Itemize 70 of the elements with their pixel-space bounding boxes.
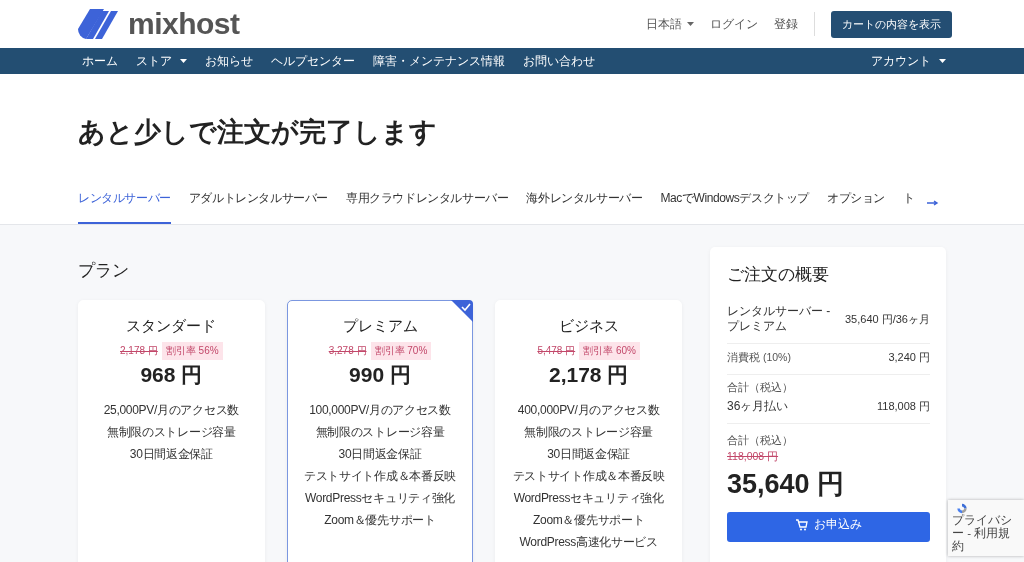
category-tab[interactable]: 海外レンタルサーバー [526,190,643,224]
subtotal-caption: 合計（税込） [727,381,794,395]
plan-feature: 無制限のストレージ容量 [315,425,445,439]
cart-icon [795,518,808,531]
plan-feature: WordPressセキュリティ強化 [305,491,455,505]
plan-price: 968 円 [140,362,203,388]
plan-feature: 無制限のストレージ容量 [106,425,236,439]
category-tab[interactable]: アダルトレンタルサーバー [188,190,328,224]
plan-feature: 100,000PV/月のアクセス数 [309,403,451,417]
plan-feature: 30日間返金保証 [547,447,631,461]
original-price: 5,478 円 [537,344,576,358]
plan-feature: 400,000PV/月のアクセス数 [517,403,660,417]
account-menu[interactable]: アカウント [871,52,946,70]
category-tab[interactable]: オプション [827,190,885,224]
plan-card[interactable]: ビジネス 5,478 円 割引率 60% 2,178 円 400,000PV/月のアクセス数 無制限のストレージ容量 30日間返金保証 テストサイト作成＆本番反映 WordPressセキュリティ強化 Zoom＆優先サポート WordPress高速化サービス [495,300,682,562]
arrow-right-icon[interactable] [926,200,939,206]
language-link[interactable]: 日本語 [646,15,694,33]
check-icon [451,300,474,322]
recaptcha-text[interactable]: プライバシー - 利用規約 [952,514,1020,553]
original-price: 2,178 円 [120,344,158,358]
plan-name: スタンダード [126,317,217,336]
summary-title: ご注文の概要 [727,264,830,286]
cart-button[interactable]: カートの内容を表示 [831,10,952,38]
discount-badge: 割引率 70% [370,342,432,360]
plan-feature: WordPressセキュリティ強化 [513,491,664,505]
nav-item[interactable]: ストア [136,52,187,70]
category-tab[interactable]: ト [903,190,915,224]
page-title: あと少しで注文が完了します [78,116,438,149]
register-link[interactable]: 登録 [774,15,798,33]
nav-item[interactable]: お問い合わせ [523,52,595,70]
plan-feature: Zoom＆優先サポート [324,513,436,527]
plan-price: 2,178 円 [549,362,629,388]
discount-badge: 割引率 60% [579,342,640,360]
nav-item[interactable]: 障害・メンテナンス情報 [373,52,505,70]
original-price: 3,278 円 [328,344,367,358]
total-caption: 合計（税込） [727,434,794,448]
plan-name: プレミアム [342,317,418,336]
logo-text[interactable]: mixhost [128,7,240,41]
product-amount: 35,640 円/36ヶ月 [845,311,930,327]
plan-feature: WordPress高速化サービス [519,535,658,549]
tax-label: 消費税 (10%) [727,350,791,365]
recaptcha-badge[interactable]: プライバシー - 利用規約 [948,500,1024,556]
category-tab[interactable]: 専用クラウドレンタルサーバー [346,190,509,224]
section-heading: プラン [78,260,130,282]
plan-feature: テストサイト作成＆本番反映 [512,469,665,483]
subtotal-amount: 118,008 円 [877,399,930,414]
plan-card[interactable]: プレミアム 3,278 円 割引率 70% 990 円 100,000PV/月のアクセス数 無制限のストレージ容量 30日間返金保証 テストサイト作成＆本番反映 WordPressセキュリティ強化 Zoom＆優先サポート [286,300,474,562]
order-button[interactable]: お申込み [727,512,930,542]
plan-price: 990 円 [349,362,411,388]
plan-feature: 無制限のストレージ容量 [524,425,654,439]
original-total: 118,008 円 [727,450,780,464]
total-amount: 35,640 円 [727,468,846,501]
plan-feature: 30日間返金保証 [338,447,422,461]
nav-item[interactable]: ホーム [82,52,118,70]
payment-term: 36ヶ月払い [727,399,790,414]
caret-icon [687,22,694,26]
plan-feature: 30日間返金保証 [129,447,213,461]
plan-feature: Zoom＆優先サポート [533,513,645,527]
plan-feature: テストサイト作成＆本番反映 [303,469,457,483]
plan-feature: 25,000PV/月のアクセス数 [103,403,239,417]
plan-card[interactable]: スタンダード 2,178 円 割引率 56% 968 円 25,000PV/月のアクセス数 無制限のストレージ容量 30日間返金保証 [78,300,265,562]
login-link[interactable]: ログイン [710,15,758,33]
tax-amount: 3,240 円 [888,350,930,365]
product-label: レンタルサーバー - プレミアム [727,304,832,334]
discount-badge: 割引率 56% [161,342,223,360]
nav-item[interactable]: ヘルプセンター [271,52,355,70]
category-tab[interactable]: レンタルサーバー [78,190,171,224]
nav-item[interactable]: お知らせ [205,52,253,70]
category-tab[interactable]: MacでWindowsデスクトップ [660,190,809,224]
plan-name: ビジネス [558,317,619,336]
